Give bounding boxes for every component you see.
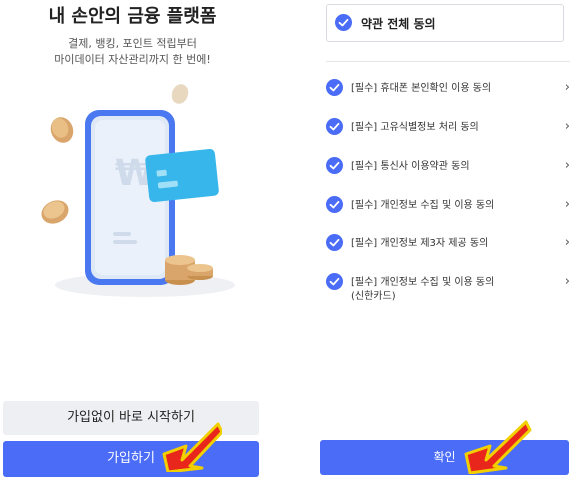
page-title: 내 손안의 금융 플랫폼	[48, 6, 217, 27]
term-item-privacy-shinhan[interactable]: [필수] 개인정보 수집 및 이용 동의 (신한카드) ›	[326, 273, 570, 307]
term-label: [필수] 개인정보 수집 및 이용 동의 (신한카드)	[351, 276, 494, 304]
chevron-right-icon[interactable]: ›	[565, 80, 570, 95]
subtitle-line-1: 결제, 뱅킹, 포인트 적립부터	[68, 37, 197, 50]
chevron-right-icon[interactable]: ›	[565, 119, 570, 134]
term-label: [필수] 고유식별정보 처리 동의	[351, 122, 479, 133]
term-item-carrier[interactable]: [필수] 통신사 이용약관 동의 ›	[326, 157, 570, 179]
term-label: [필수] 휴대폰 본인확인 이용 동의	[351, 83, 492, 94]
check-circle-icon	[335, 14, 352, 35]
page-subtitle: 결제, 뱅킹, 포인트 적립부터 마이데이터 자산관리까지 한 번에!	[0, 36, 265, 68]
red-arrow-icon	[464, 420, 532, 474]
term-label: [필수] 개인정보 수집 및 이용 동의	[351, 200, 495, 211]
check-circle-icon[interactable]	[326, 273, 343, 294]
subtitle-line-2: 마이데이터 자산관리까지 한 번에!	[54, 53, 211, 66]
phone-card-illustration: ₩	[41, 84, 235, 297]
divider	[326, 61, 570, 62]
check-circle-icon[interactable]	[326, 157, 343, 178]
chevron-right-icon[interactable]: ›	[565, 158, 570, 173]
term-item-phone-verification[interactable]: [필수] 휴대폰 본인확인 이용 동의 ›	[326, 79, 570, 101]
agree-all-label: 약관 전체 동의	[361, 17, 436, 31]
chevron-right-icon[interactable]: ›	[565, 197, 570, 212]
term-label: [필수] 개인정보 제3자 제공 동의	[351, 238, 489, 249]
term-item-unique-id[interactable]: [필수] 고유식별정보 처리 동의 ›	[326, 118, 570, 140]
check-circle-icon[interactable]	[326, 196, 343, 217]
term-label: [필수] 통신사 이용약관 동의	[351, 161, 470, 172]
term-label-line-2: (신한카드)	[351, 291, 396, 302]
check-circle-icon[interactable]	[326, 79, 343, 100]
screen-gap	[265, 0, 312, 481]
term-item-third-party[interactable]: [필수] 개인정보 제3자 제공 동의 ›	[326, 234, 570, 256]
check-circle-icon[interactable]	[326, 118, 343, 139]
signup-intro-screen: 내 손안의 금융 플랫폼 결제, 뱅킹, 포인트 적립부터 마이데이터 자산관리…	[0, 0, 265, 481]
red-arrow-icon	[162, 422, 222, 472]
chevron-right-icon[interactable]: ›	[565, 235, 570, 250]
term-item-privacy-collection[interactable]: [필수] 개인정보 수집 및 이용 동의 ›	[326, 196, 570, 218]
check-circle-icon[interactable]	[326, 234, 343, 255]
agree-all-checkbox[interactable]: 약관 전체 동의	[326, 4, 564, 42]
term-label-line-1: [필수] 개인정보 수집 및 이용 동의	[351, 277, 495, 288]
terms-agreement-screen: 약관 전체 동의 [필수] 휴대폰 본인확인 이용 동의 › [필수] 고유식별…	[312, 0, 577, 481]
chevron-right-icon[interactable]: ›	[565, 274, 570, 289]
